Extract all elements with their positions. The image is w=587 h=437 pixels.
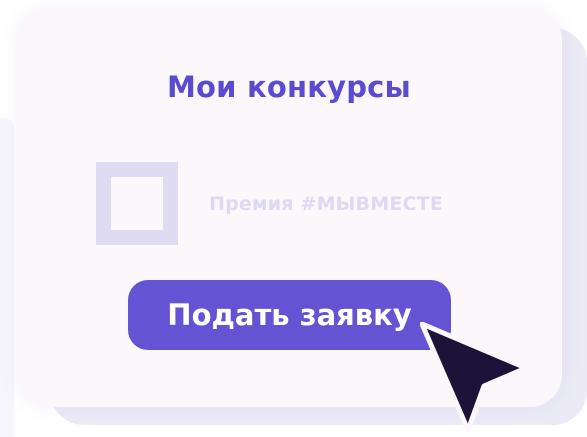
page-title: Мои конкурсы xyxy=(166,70,411,104)
checkbox-icon[interactable] xyxy=(96,162,178,245)
submit-application-button[interactable]: Подать заявку xyxy=(128,280,451,350)
contest-item-label: Премия #МЫВМЕСТЕ xyxy=(209,193,444,215)
mouse-pointer-icon xyxy=(420,322,528,433)
background-panel-left xyxy=(0,118,14,437)
